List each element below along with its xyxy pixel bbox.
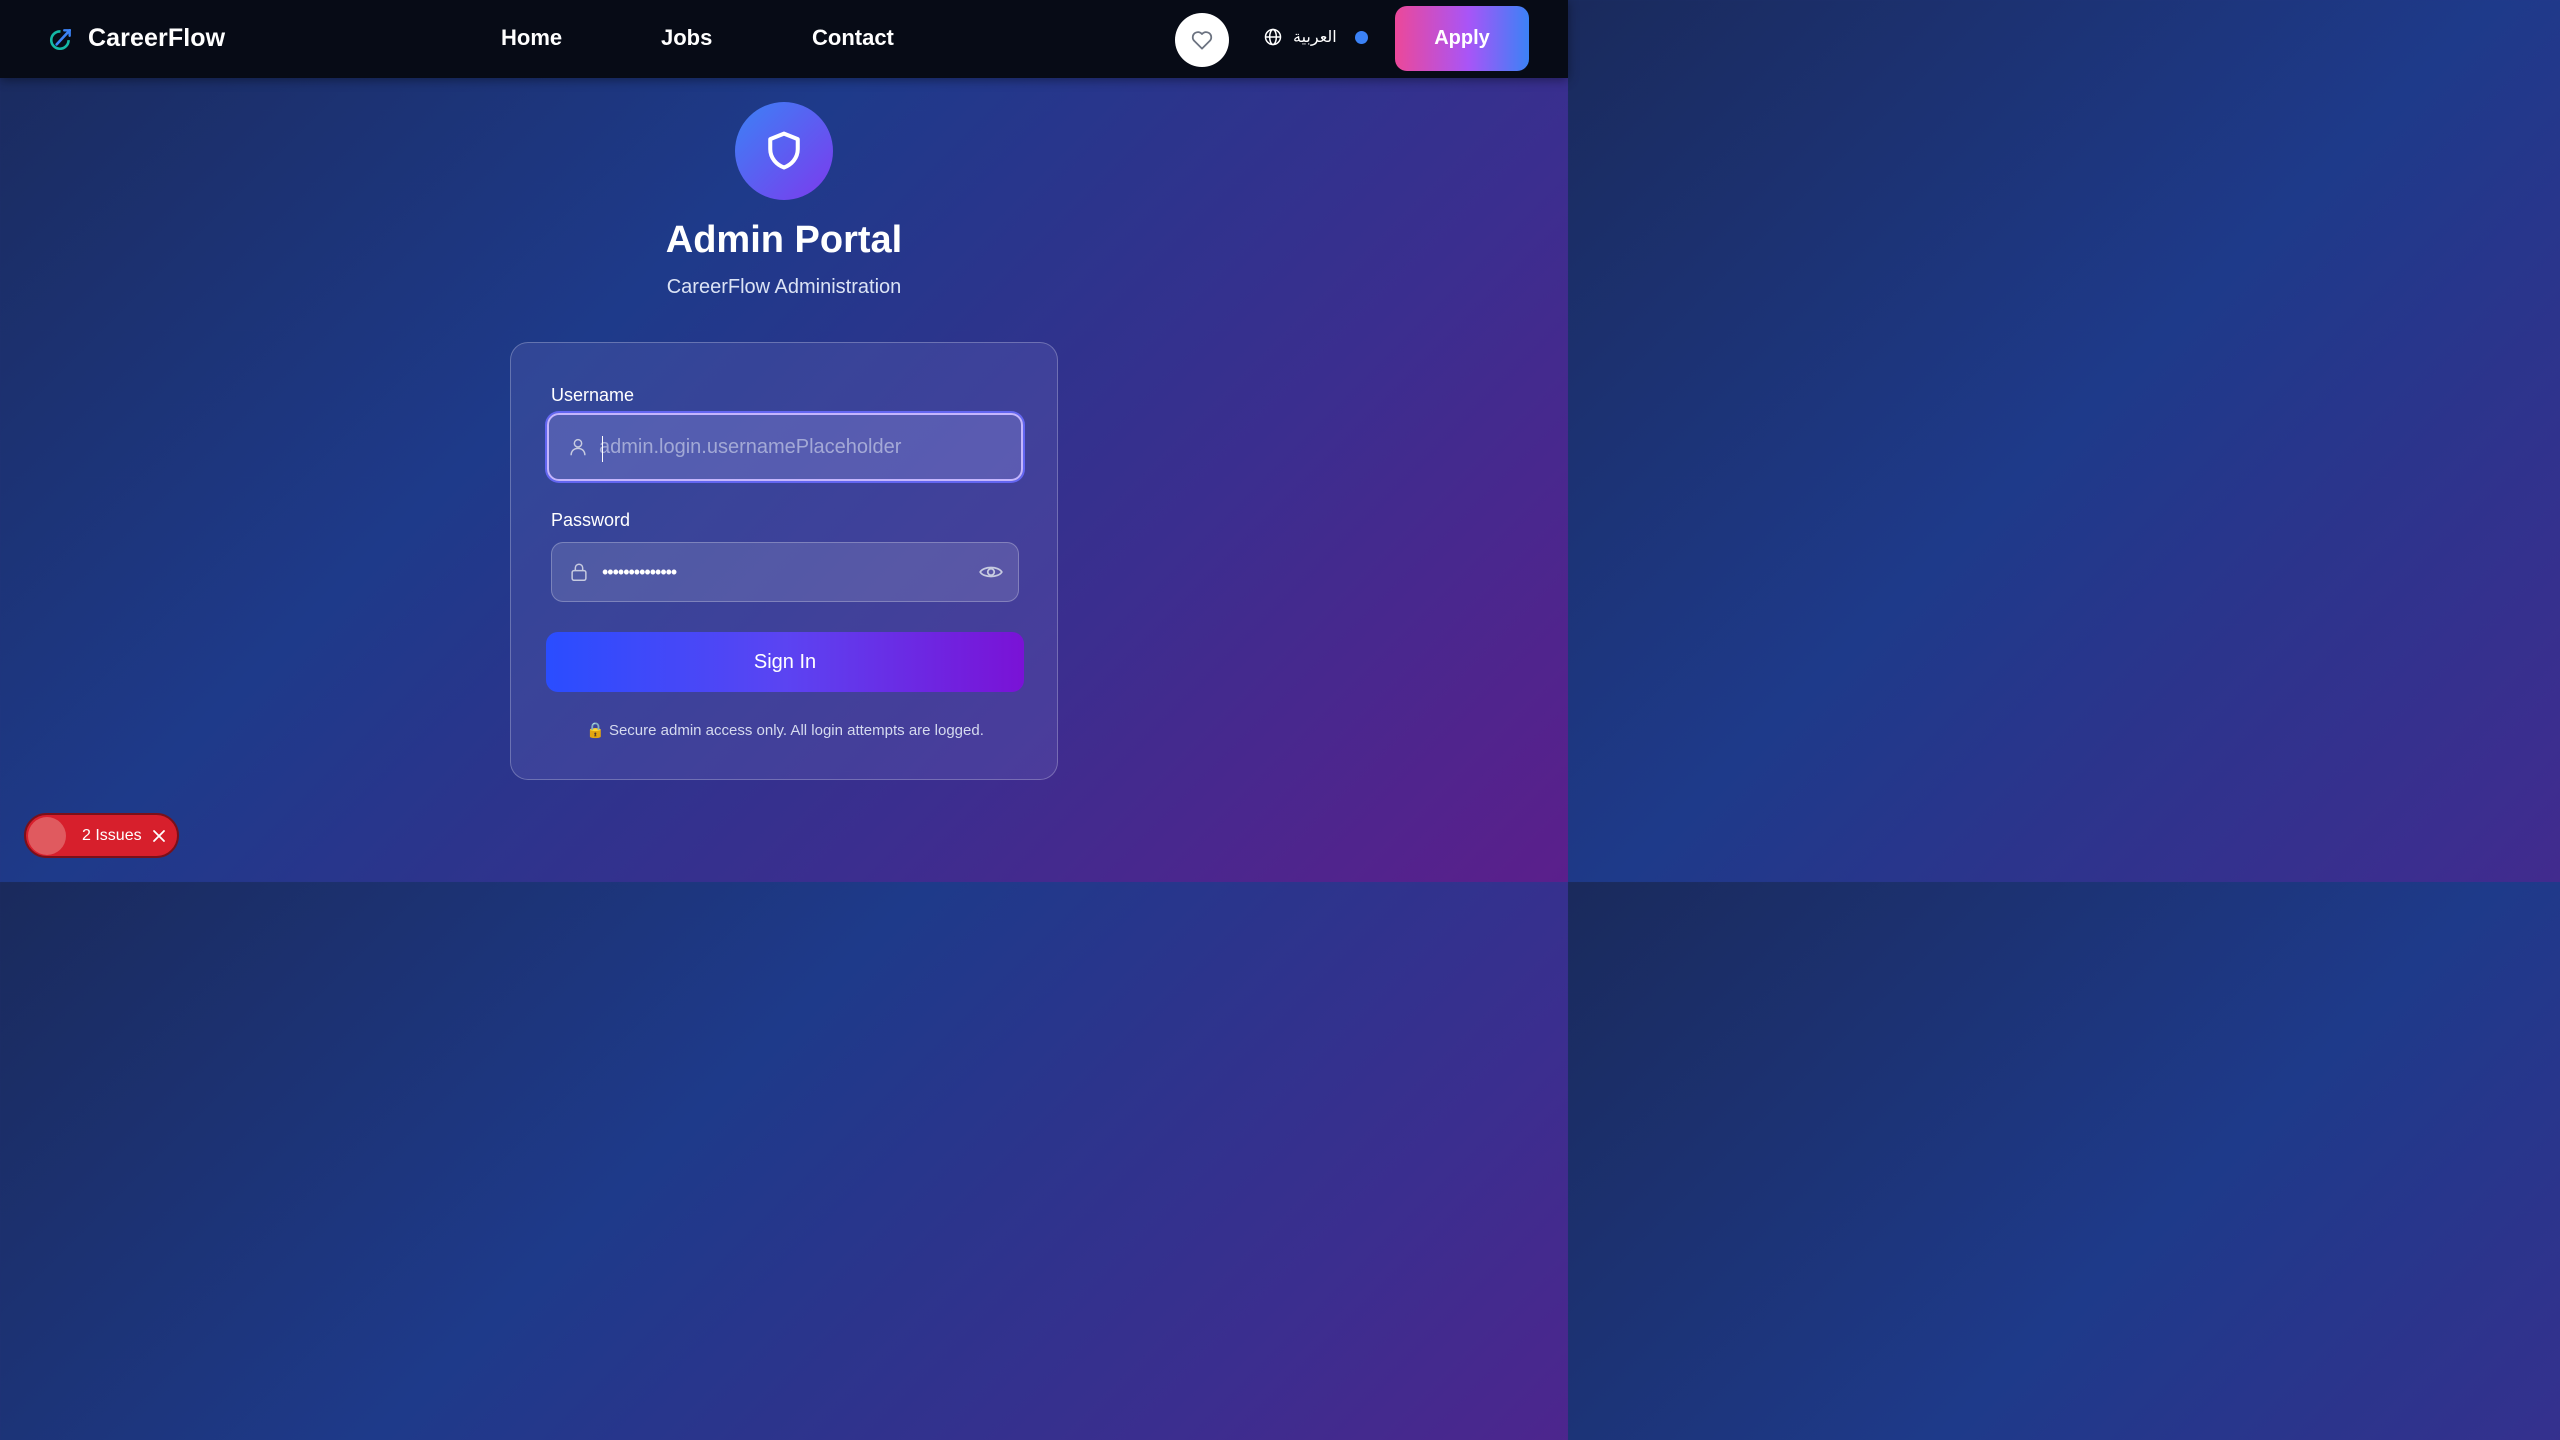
brand-logo[interactable]: CareerFlow <box>48 24 225 53</box>
issues-count-label: 2 Issues <box>82 826 142 844</box>
username-field[interactable] <box>547 413 1023 481</box>
language-label: العربية <box>1293 29 1337 46</box>
nav-link-jobs[interactable]: Jobs <box>661 25 712 51</box>
favorites-button[interactable] <box>1175 13 1229 67</box>
close-icon[interactable] <box>152 829 166 843</box>
language-indicator-dot <box>1354 30 1368 44</box>
password-label: Password <box>551 510 631 530</box>
issues-avatar <box>28 816 66 855</box>
password-field[interactable] <box>551 542 1019 602</box>
secure-access-note: 🔒 Secure admin access only. All login at… <box>586 722 984 739</box>
nav-link-contact[interactable]: Contact <box>812 25 894 51</box>
issues-badge[interactable]: 2 Issues <box>24 813 179 858</box>
username-label: Username <box>551 385 635 405</box>
brand-name: CareerFlow <box>88 24 226 52</box>
shield-icon <box>768 131 800 170</box>
eye-icon[interactable] <box>978 559 1004 585</box>
lock-icon <box>571 563 587 581</box>
login-card: Username Password Sign In 🔒 Secure admin… <box>510 342 1058 780</box>
user-icon <box>570 438 586 456</box>
apply-button[interactable]: Apply <box>1395 6 1529 71</box>
shield-badge <box>735 102 833 200</box>
username-input[interactable] <box>599 415 971 479</box>
password-input[interactable] <box>602 543 968 601</box>
sign-in-button[interactable]: Sign In <box>546 632 1024 692</box>
heart-icon <box>1191 31 1213 50</box>
page-title: Admin Portal <box>665 219 903 261</box>
top-navbar: CareerFlow Home Jobs Contact العربية App… <box>0 0 1568 78</box>
text-caret <box>602 436 603 462</box>
globe-icon <box>1264 28 1282 46</box>
page-subtitle: CareerFlow Administration <box>666 276 902 298</box>
language-switcher[interactable]: العربية <box>1263 27 1368 47</box>
compass-logo-icon <box>49 28 71 50</box>
nav-link-home[interactable]: Home <box>501 25 562 51</box>
